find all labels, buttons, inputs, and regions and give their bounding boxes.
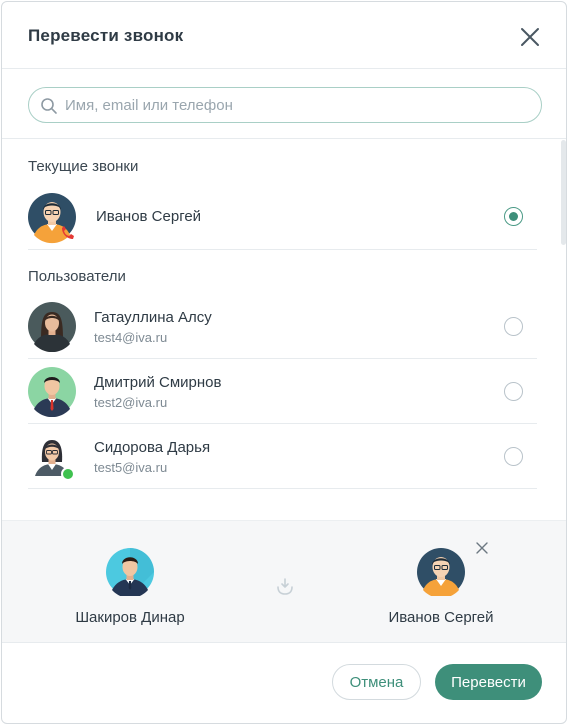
dialog-title: Перевести звонок	[28, 26, 184, 45]
contact-name: Сидорова Дарья	[94, 439, 211, 456]
cancel-button[interactable]: Отмена	[332, 664, 421, 700]
online-status-icon	[61, 467, 75, 481]
contact-name: Иванов Сергей	[96, 208, 202, 225]
radio-unselected[interactable]	[504, 447, 523, 466]
avatar	[28, 302, 78, 352]
from-name: Шакиров Динар	[75, 609, 185, 626]
to-name: Иванов Сергей	[388, 609, 494, 626]
current-call-item[interactable]: Иванов Сергей	[28, 184, 537, 250]
close-icon[interactable]	[518, 25, 542, 49]
current-calls-title: Текущие звонки	[28, 158, 139, 175]
transfer-from: Шакиров Динар	[50, 548, 210, 626]
contact-email: test2@iva.ru	[94, 395, 168, 410]
user-item[interactable]: Сидорова Дарья test5@iva.ru	[28, 424, 537, 489]
contact-name: Гатауллина Алсу	[94, 309, 212, 326]
dialog-header: Перевести звонок	[2, 2, 566, 69]
search-icon	[40, 97, 58, 115]
radio-unselected[interactable]	[504, 382, 523, 401]
search-box[interactable]	[28, 87, 542, 123]
avatar	[106, 548, 154, 599]
remove-target-close-icon[interactable]	[475, 541, 489, 555]
avatar	[417, 548, 465, 599]
search-area	[2, 69, 566, 139]
transfer-to: Иванов Сергей	[361, 548, 521, 626]
user-item[interactable]: Дмитрий Смирнов test2@iva.ru	[28, 359, 537, 424]
transfer-button[interactable]: Перевести	[435, 664, 542, 700]
contact-email: test4@iva.ru	[94, 330, 168, 345]
users-title: Пользователи	[28, 268, 126, 285]
contact-list[interactable]: Текущие звонки Иванов Сергей Пользовател…	[2, 140, 566, 520]
user-item[interactable]: Гатауллина Алсу test4@iva.ru	[28, 294, 537, 359]
transfer-panel: Шакиров Динар Иванов Сергей	[2, 520, 566, 643]
contact-email: test5@iva.ru	[94, 460, 168, 475]
avatar	[28, 432, 78, 482]
avatar	[28, 367, 78, 417]
dialog-footer: Отмена Перевести	[2, 644, 566, 723]
radio-unselected[interactable]	[504, 317, 523, 336]
transfer-call-dialog: Перевести звонок Текущие звонки	[1, 1, 567, 724]
search-input[interactable]	[65, 88, 535, 122]
contact-name: Дмитрий Смирнов	[94, 374, 222, 391]
avatar	[28, 193, 78, 244]
scrollbar[interactable]	[561, 140, 566, 245]
radio-selected[interactable]	[504, 207, 523, 226]
transfer-icon	[274, 576, 296, 598]
